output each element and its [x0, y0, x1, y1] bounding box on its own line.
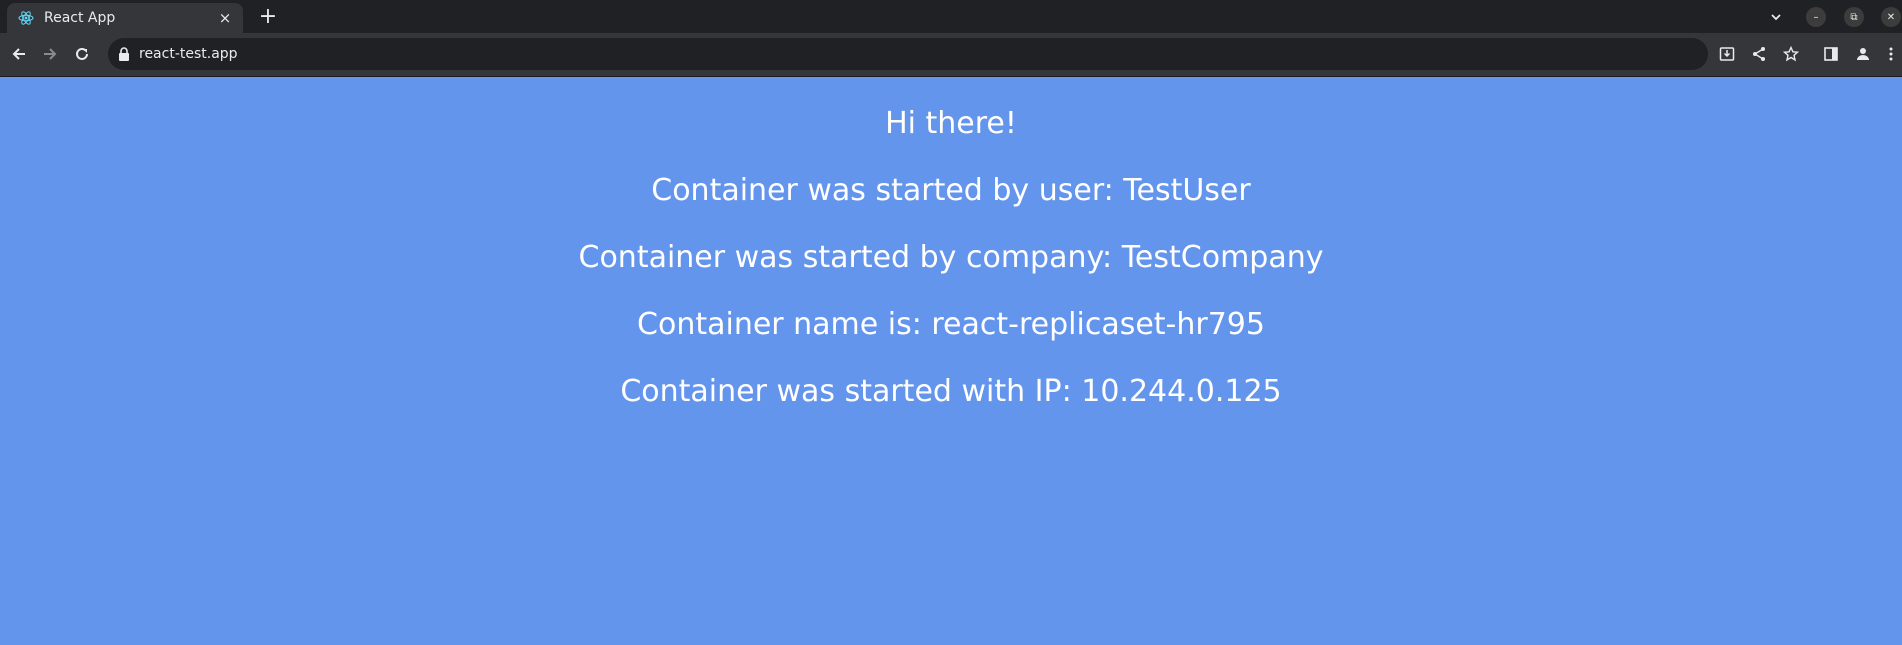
user-info-text: Container was started by user: TestUser — [651, 173, 1251, 208]
greeting-text: Hi there! — [885, 106, 1017, 141]
browser-toolbar: react-test.app — [0, 33, 1902, 77]
profile-button[interactable] — [1852, 43, 1874, 65]
install-icon — [1719, 47, 1735, 61]
back-arrow-icon — [12, 48, 25, 60]
forward-button[interactable] — [39, 43, 61, 65]
forward-arrow-icon — [44, 48, 57, 60]
restore-icon: ⧉ — [1844, 7, 1864, 27]
reload-button[interactable] — [71, 43, 93, 65]
side-panel-button[interactable] — [1820, 43, 1842, 65]
reload-icon — [76, 47, 88, 60]
company-info-text: Container was started by company: TestCo… — [578, 240, 1324, 275]
minimize-button[interactable]: – — [1804, 5, 1828, 29]
tab-react-app[interactable]: React App × — [7, 3, 243, 33]
star-icon — [1783, 46, 1799, 62]
install-app-button[interactable] — [1716, 43, 1738, 65]
kebab-menu-icon — [1889, 47, 1893, 61]
address-bar[interactable]: react-test.app — [108, 38, 1708, 70]
back-button[interactable] — [8, 43, 30, 65]
menu-button[interactable] — [1880, 43, 1902, 65]
profile-icon — [1857, 48, 1869, 60]
minimize-icon: – — [1806, 7, 1826, 27]
tab-title: React App — [44, 10, 116, 26]
new-tab-button[interactable]: + — [256, 5, 280, 29]
share-icon — [1753, 47, 1765, 61]
page-content: Hi there! Container was started by user:… — [0, 77, 1902, 645]
container-ip-text: Container was started with IP: 10.244.0.… — [620, 374, 1282, 409]
close-icon[interactable]: × — [217, 9, 233, 27]
side-panel-icon — [1824, 47, 1838, 61]
restore-button[interactable]: ⧉ — [1842, 5, 1866, 29]
share-button[interactable] — [1748, 43, 1770, 65]
react-logo-icon — [18, 10, 34, 26]
bookmark-button[interactable] — [1780, 43, 1802, 65]
tab-strip: React App × + – ⧉ ✕ — [0, 0, 1902, 33]
container-name-text: Container name is: react-replicaset-hr79… — [637, 307, 1265, 342]
url-text: react-test.app — [139, 46, 238, 62]
window-close-button[interactable]: ✕ — [1880, 5, 1902, 29]
tab-search-icon[interactable] — [1764, 5, 1788, 29]
lock-icon — [119, 47, 129, 61]
window-close-icon: ✕ — [1881, 7, 1901, 27]
